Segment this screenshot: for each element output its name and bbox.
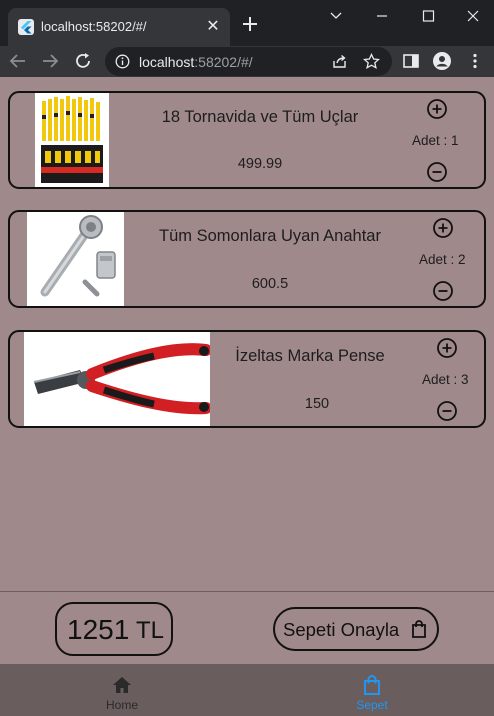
product-price: 600.5 <box>251 276 289 292</box>
product-image-socket-wrench <box>27 212 124 306</box>
browser-tab[interactable]: localhost:58202/#/ ✕ <box>8 8 230 46</box>
product-image-screwdriver-set <box>35 93 109 187</box>
close-window-icon[interactable] <box>461 6 485 26</box>
checkout-bar: 1251 TL Sepeti Onayla <box>0 591 494 664</box>
confirm-cart-label: Sepeti Onayla <box>283 619 400 640</box>
url-text[interactable]: localhost:58202/#/ <box>139 54 253 70</box>
nav-label-home: Home <box>105 698 138 712</box>
total-price-box: 1251 TL <box>55 602 173 656</box>
product-price: 150 <box>304 396 330 412</box>
bottom-navigation: Home Sepet <box>0 664 494 716</box>
forward-arrow-icon[interactable] <box>40 51 60 71</box>
product-name: 18 Tornavida ve Tüm Uçlar <box>161 108 359 126</box>
browser-titlebar: localhost:58202/#/ ✕ <box>0 0 494 46</box>
tab-title: localhost:58202/#/ <box>41 19 147 34</box>
product-name: İzeltas Marka Pense <box>235 347 385 365</box>
tab-search-icon[interactable] <box>324 6 348 26</box>
shopping-bag-icon <box>364 675 380 695</box>
cart-list: 18 Tornavida ve Tüm Uçlar 499.99 Adet : … <box>0 77 494 592</box>
url-path: :58202/#/ <box>194 54 253 70</box>
increase-qty-icon[interactable] <box>432 217 454 239</box>
tab-close-icon[interactable]: ✕ <box>204 18 222 36</box>
cart-item-card: 18 Tornavida ve Tüm Uçlar 499.99 Adet : … <box>8 91 486 189</box>
total-price-value: 1251 <box>67 614 130 645</box>
product-qty: Adet : 1 <box>412 133 459 148</box>
side-panel-icon[interactable] <box>402 52 420 70</box>
shopping-bag-icon <box>412 620 426 638</box>
menu-kebab-icon[interactable] <box>466 52 484 70</box>
url-host: localhost <box>139 54 195 70</box>
increase-qty-icon[interactable] <box>426 98 448 120</box>
total-price-currency: TL <box>136 617 165 644</box>
browser-toolbar: localhost:58202/#/ <box>0 46 494 77</box>
increase-qty-icon[interactable] <box>436 337 458 359</box>
back-arrow-icon[interactable] <box>8 51 28 71</box>
cart-item-card: İzeltas Marka Pense 150 Adet : 3 <box>8 330 486 428</box>
product-qty: Adet : 2 <box>419 252 466 267</box>
nav-label-cart: Sepet <box>356 698 388 712</box>
product-qty: Adet : 3 <box>422 372 469 387</box>
product-name: Tüm Somonlara Uyan Anahtar <box>159 227 381 245</box>
profile-avatar-icon[interactable] <box>433 52 451 70</box>
flutter-logo-icon <box>18 19 34 35</box>
nav-item-cart[interactable]: Sepet <box>312 664 432 716</box>
maximize-icon[interactable] <box>416 6 440 26</box>
product-price: 499.99 <box>237 156 283 172</box>
product-image-pliers <box>24 332 210 426</box>
minimize-icon[interactable] <box>370 6 394 26</box>
home-icon <box>113 677 131 693</box>
reload-icon[interactable] <box>73 51 93 71</box>
cart-item-card: Tüm Somonlara Uyan Anahtar 600.5 Adet : … <box>8 210 486 308</box>
bookmark-star-icon[interactable] <box>363 53 380 70</box>
decrease-qty-icon[interactable] <box>436 400 458 422</box>
new-tab-icon[interactable] <box>240 14 260 34</box>
site-info-icon[interactable] <box>115 54 130 69</box>
decrease-qty-icon[interactable] <box>432 280 454 302</box>
decrease-qty-icon[interactable] <box>426 161 448 183</box>
address-bar[interactable]: localhost:58202/#/ <box>105 47 392 76</box>
share-icon[interactable] <box>331 53 348 70</box>
nav-item-home[interactable]: Home <box>62 664 182 716</box>
confirm-cart-button[interactable]: Sepeti Onayla <box>273 607 439 651</box>
